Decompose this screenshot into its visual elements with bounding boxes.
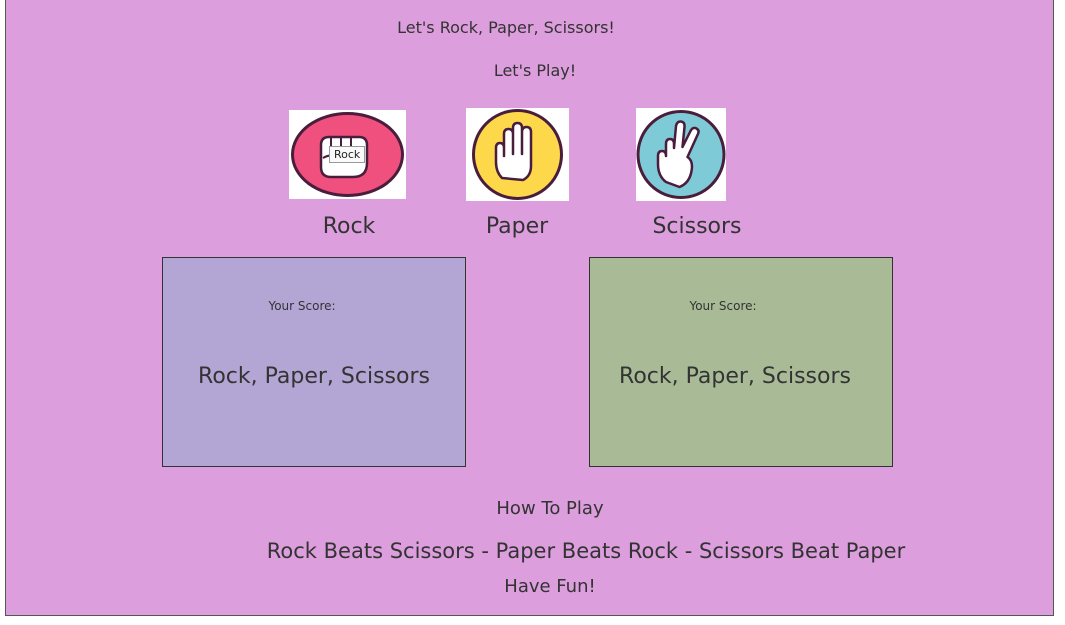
computer-choice-text: Rock, Paper, Scissors xyxy=(619,364,851,389)
how-to-play-heading: How To Play xyxy=(496,498,604,519)
rock-button[interactable]: Rock xyxy=(289,110,406,199)
rock-tooltip: Rock xyxy=(329,146,366,163)
player-score-label: Your Score: xyxy=(268,299,336,313)
scissors-hand-icon xyxy=(636,110,726,199)
paper-hand-icon xyxy=(472,109,563,200)
paper-label: Paper xyxy=(485,214,549,239)
player-score-panel: Your Score: Rock, Paper, Scissors xyxy=(162,257,466,467)
page-subtitle: Let's Play! xyxy=(493,61,577,80)
player-choice-text: Rock, Paper, Scissors xyxy=(198,364,430,389)
scissors-button[interactable] xyxy=(636,108,726,201)
computer-score-label: Your Score: xyxy=(689,299,757,313)
computer-score-panel: Your Score: Rock, Paper, Scissors xyxy=(589,257,893,467)
paper-button[interactable] xyxy=(466,108,569,201)
page-title: Let's Rock, Paper, Scissors! xyxy=(397,18,615,37)
game-page: Let's Rock, Paper, Scissors! Let's Play!… xyxy=(5,0,1054,616)
closing-text: Have Fun! xyxy=(504,576,596,597)
scissors-label: Scissors xyxy=(652,214,742,239)
rock-label: Rock xyxy=(322,214,376,239)
rules-text: Rock Beats Scissors - Paper Beats Rock -… xyxy=(266,539,906,563)
